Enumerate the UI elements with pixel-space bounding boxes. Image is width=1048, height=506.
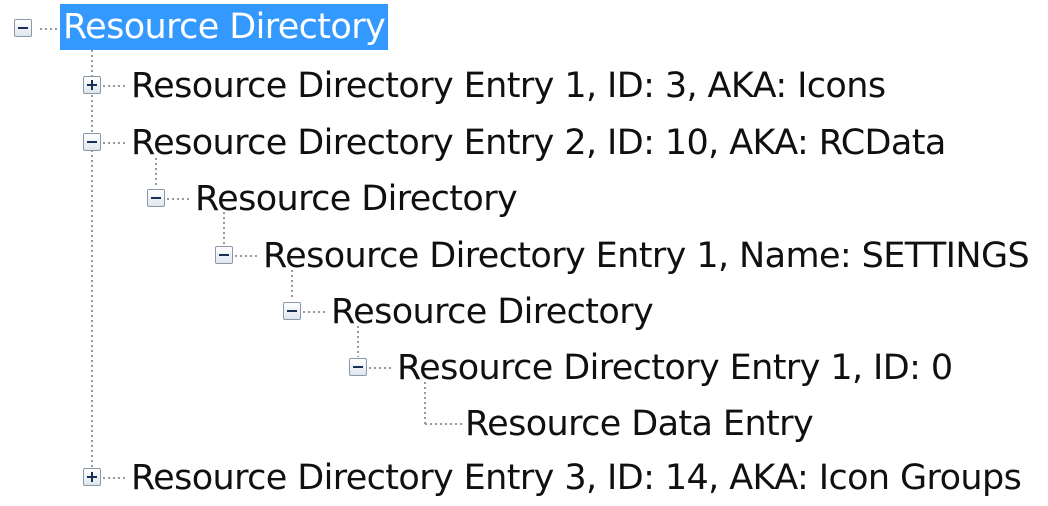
- tree-node-directory[interactable]: Resource Directory: [0, 284, 1048, 340]
- collapse-box-icon[interactable]: [215, 246, 233, 264]
- collapse-box-icon[interactable]: [283, 302, 301, 320]
- collapse-box-icon[interactable]: [83, 133, 101, 151]
- tree-node-entry-settings[interactable]: Resource Directory Entry 1, Name: SETTIN…: [0, 228, 1048, 284]
- tree-node-entry-icons[interactable]: Resource Directory Entry 1, ID: 3, AKA: …: [0, 58, 1048, 114]
- tree-node-label[interactable]: Resource Directory Entry 1, Name: SETTIN…: [260, 233, 1032, 279]
- tree-node-label[interactable]: Resource Directory: [60, 4, 389, 50]
- tree-node-label[interactable]: Resource Data Entry: [462, 401, 816, 447]
- tree-node-directory[interactable]: Resource Directory: [0, 171, 1048, 227]
- tree-node-entry-id-0[interactable]: Resource Directory Entry 1, ID: 0: [0, 340, 1048, 396]
- resource-tree: Resource Directory Resource Directory En…: [0, 0, 1048, 500]
- tree-node-root[interactable]: Resource Directory: [0, 1, 420, 57]
- expand-box-icon[interactable]: [83, 76, 101, 94]
- collapse-box-icon[interactable]: [14, 19, 32, 37]
- tree-node-label[interactable]: Resource Directory: [192, 176, 520, 222]
- collapse-box-icon[interactable]: [349, 358, 367, 376]
- tree-node-label[interactable]: Resource Directory: [328, 289, 656, 335]
- tree-node-label[interactable]: Resource Directory Entry 1, ID: 0: [394, 345, 956, 391]
- tree-node-label[interactable]: Resource Directory Entry 2, ID: 10, AKA:…: [128, 120, 949, 166]
- tree-node-label[interactable]: Resource Directory Entry 1, ID: 3, AKA: …: [128, 63, 888, 109]
- tree-node-entry-icon-groups[interactable]: Resource Directory Entry 3, ID: 14, AKA:…: [0, 450, 1048, 506]
- expand-box-icon[interactable]: [83, 468, 101, 486]
- collapse-box-icon[interactable]: [147, 189, 165, 207]
- tree-node-data-entry[interactable]: Resource Data Entry: [0, 396, 1048, 452]
- tree-node-label[interactable]: Resource Directory Entry 3, ID: 14, AKA:…: [128, 455, 1024, 501]
- tree-node-entry-rcdata[interactable]: Resource Directory Entry 2, ID: 10, AKA:…: [0, 115, 1048, 171]
